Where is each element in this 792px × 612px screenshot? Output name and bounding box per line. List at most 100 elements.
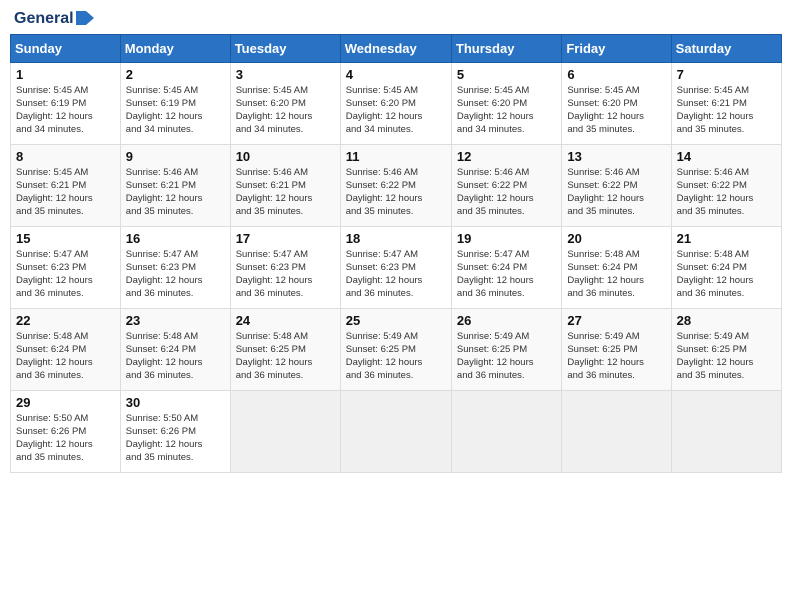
day-info: Sunrise: 5:45 AMSunset: 6:21 PMDaylight:…: [677, 84, 776, 137]
day-number: 8: [16, 149, 115, 164]
calendar-cell: 25 Sunrise: 5:49 AMSunset: 6:25 PMDayligh…: [340, 308, 451, 390]
calendar-cell: 3 Sunrise: 5:45 AMSunset: 6:20 PMDaylight…: [230, 62, 340, 144]
calendar-cell: 2 Sunrise: 5:45 AMSunset: 6:19 PMDaylight…: [120, 62, 230, 144]
day-number: 16: [126, 231, 225, 246]
day-number: 13: [567, 149, 665, 164]
day-info: Sunrise: 5:48 AMSunset: 6:25 PMDaylight:…: [236, 330, 335, 383]
calendar-cell: 12Sunrise: 5:46 AMSunset: 6:22 PMDayligh…: [451, 144, 561, 226]
calendar-cell: 9 Sunrise: 5:46 AMSunset: 6:21 PMDaylight…: [120, 144, 230, 226]
day-number: 18: [346, 231, 446, 246]
calendar-cell: 17 Sunrise: 5:47 AMSunset: 6:23 PMDayligh…: [230, 226, 340, 308]
day-info: Sunrise: 5:46 AMSunset: 6:21 PMDaylight:…: [126, 166, 225, 219]
day-info: Sunrise: 5:49 AMSunset: 6:25 PMDaylight:…: [346, 330, 446, 383]
calendar-cell: 20 Sunrise: 5:48 AMSunset: 6:24 PMDayligh…: [562, 226, 671, 308]
day-info: Sunrise: 5:46 AMSunset: 6:22 PMDaylight:…: [567, 166, 665, 219]
calendar-cell: 19 Sunrise: 5:47 AMSunset: 6:24 PMDayligh…: [451, 226, 561, 308]
day-info: Sunrise: 5:45 AMSunset: 6:20 PMDaylight:…: [236, 84, 335, 137]
calendar-cell: 16 Sunrise: 5:47 AMSunset: 6:23 PMDayligh…: [120, 226, 230, 308]
calendar-cell: 13 Sunrise: 5:46 AMSunset: 6:22 PMDayligh…: [562, 144, 671, 226]
day-number: 26: [457, 313, 556, 328]
day-info: Sunrise: 5:49 AMSunset: 6:25 PMDaylight:…: [457, 330, 556, 383]
calendar-cell: 21 Sunrise: 5:48 AMSunset: 6:24 PMDayligh…: [671, 226, 781, 308]
day-info: Sunrise: 5:46 AMSunset: 6:21 PMDaylight:…: [236, 166, 335, 219]
day-info: Sunrise: 5:49 AMSunset: 6:25 PMDaylight:…: [677, 330, 776, 383]
calendar-cell: 30 Sunrise: 5:50 AMSunset: 6:26 PMDayligh…: [120, 390, 230, 472]
calendar-cell: 6 Sunrise: 5:45 AMSunset: 6:20 PMDaylight…: [562, 62, 671, 144]
day-number: 2: [126, 67, 225, 82]
day-info: Sunrise: 5:46 AMSunset: 6:22 PMDaylight:…: [457, 166, 556, 219]
day-number: 19: [457, 231, 556, 246]
calendar-cell: [230, 390, 340, 472]
calendar-cell: 26 Sunrise: 5:49 AMSunset: 6:25 PMDayligh…: [451, 308, 561, 390]
day-number: 17: [236, 231, 335, 246]
day-number: 15: [16, 231, 115, 246]
calendar-cell: 22 Sunrise: 5:48 AMSunset: 6:24 PMDayligh…: [11, 308, 121, 390]
calendar-cell: [562, 390, 671, 472]
day-info: Sunrise: 5:46 AMSunset: 6:22 PMDaylight:…: [677, 166, 776, 219]
day-info: Sunrise: 5:50 AMSunset: 6:26 PMDaylight:…: [126, 412, 225, 465]
calendar-table: SundayMondayTuesdayWednesdayThursdayFrid…: [10, 34, 782, 473]
logo-icon: [76, 9, 94, 27]
day-number: 7: [677, 67, 776, 82]
calendar-cell: 28 Sunrise: 5:49 AMSunset: 6:25 PMDayligh…: [671, 308, 781, 390]
day-number: 25: [346, 313, 446, 328]
weekday-header: Monday: [120, 34, 230, 62]
day-info: Sunrise: 5:45 AMSunset: 6:19 PMDaylight:…: [16, 84, 115, 137]
day-info: Sunrise: 5:48 AMSunset: 6:24 PMDaylight:…: [16, 330, 115, 383]
day-number: 30: [126, 395, 225, 410]
day-number: 14: [677, 149, 776, 164]
day-info: Sunrise: 5:47 AMSunset: 6:23 PMDaylight:…: [236, 248, 335, 301]
day-info: Sunrise: 5:45 AMSunset: 6:21 PMDaylight:…: [16, 166, 115, 219]
weekday-header: Saturday: [671, 34, 781, 62]
day-number: 28: [677, 313, 776, 328]
weekday-header: Friday: [562, 34, 671, 62]
day-info: Sunrise: 5:47 AMSunset: 6:23 PMDaylight:…: [346, 248, 446, 301]
day-number: 3: [236, 67, 335, 82]
day-number: 4: [346, 67, 446, 82]
day-number: 24: [236, 313, 335, 328]
day-info: Sunrise: 5:47 AMSunset: 6:23 PMDaylight:…: [16, 248, 115, 301]
day-info: Sunrise: 5:48 AMSunset: 6:24 PMDaylight:…: [567, 248, 665, 301]
day-number: 6: [567, 67, 665, 82]
calendar-cell: [671, 390, 781, 472]
day-info: Sunrise: 5:50 AMSunset: 6:26 PMDaylight:…: [16, 412, 115, 465]
calendar-cell: 24 Sunrise: 5:48 AMSunset: 6:25 PMDayligh…: [230, 308, 340, 390]
day-info: Sunrise: 5:45 AMSunset: 6:19 PMDaylight:…: [126, 84, 225, 137]
day-info: Sunrise: 5:47 AMSunset: 6:24 PMDaylight:…: [457, 248, 556, 301]
calendar-cell: 8 Sunrise: 5:45 AMSunset: 6:21 PMDaylight…: [11, 144, 121, 226]
weekday-header: Wednesday: [340, 34, 451, 62]
header: General: [10, 10, 782, 26]
calendar-cell: 18 Sunrise: 5:47 AMSunset: 6:23 PMDayligh…: [340, 226, 451, 308]
day-info: Sunrise: 5:48 AMSunset: 6:24 PMDaylight:…: [677, 248, 776, 301]
logo-general: General: [14, 10, 74, 28]
calendar-cell: 11 Sunrise: 5:46 AMSunset: 6:22 PMDayligh…: [340, 144, 451, 226]
day-number: 9: [126, 149, 225, 164]
weekday-header: Thursday: [451, 34, 561, 62]
weekday-header: Tuesday: [230, 34, 340, 62]
calendar-cell: 27Sunrise: 5:49 AMSunset: 6:25 PMDayligh…: [562, 308, 671, 390]
calendar-cell: 7 Sunrise: 5:45 AMSunset: 6:21 PMDaylight…: [671, 62, 781, 144]
day-number: 29: [16, 395, 115, 410]
calendar-cell: 14 Sunrise: 5:46 AMSunset: 6:22 PMDayligh…: [671, 144, 781, 226]
day-number: 22: [16, 313, 115, 328]
day-info: Sunrise: 5:45 AMSunset: 6:20 PMDaylight:…: [346, 84, 446, 137]
day-number: 21: [677, 231, 776, 246]
day-number: 1: [16, 67, 115, 82]
day-info: Sunrise: 5:47 AMSunset: 6:23 PMDaylight:…: [126, 248, 225, 301]
weekday-header: Sunday: [11, 34, 121, 62]
calendar-cell: 15 Sunrise: 5:47 AMSunset: 6:23 PMDayligh…: [11, 226, 121, 308]
calendar-cell: 10 Sunrise: 5:46 AMSunset: 6:21 PMDayligh…: [230, 144, 340, 226]
calendar-cell: 5 Sunrise: 5:45 AMSunset: 6:20 PMDaylight…: [451, 62, 561, 144]
calendar-cell: 1 Sunrise: 5:45 AMSunset: 6:19 PMDaylight…: [11, 62, 121, 144]
day-info: Sunrise: 5:49 AMSunset: 6:25 PMDaylight:…: [567, 330, 665, 383]
day-number: 20: [567, 231, 665, 246]
day-number: 10: [236, 149, 335, 164]
day-info: Sunrise: 5:45 AMSunset: 6:20 PMDaylight:…: [457, 84, 556, 137]
day-number: 11: [346, 149, 446, 164]
calendar-cell: [451, 390, 561, 472]
day-number: 5: [457, 67, 556, 82]
calendar-cell: 4 Sunrise: 5:45 AMSunset: 6:20 PMDaylight…: [340, 62, 451, 144]
day-info: Sunrise: 5:48 AMSunset: 6:24 PMDaylight:…: [126, 330, 225, 383]
day-info: Sunrise: 5:45 AMSunset: 6:20 PMDaylight:…: [567, 84, 665, 137]
day-info: Sunrise: 5:46 AMSunset: 6:22 PMDaylight:…: [346, 166, 446, 219]
